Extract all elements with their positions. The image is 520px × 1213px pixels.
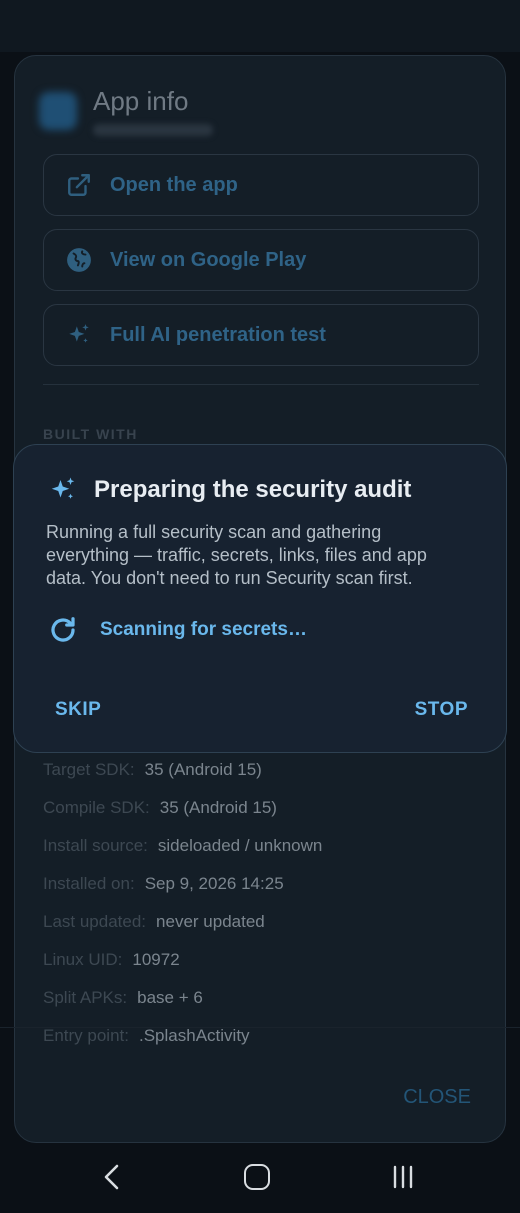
dialog-message: Running a full security scan and gatheri…: [46, 522, 427, 588]
sheet-header: App info: [39, 86, 479, 146]
detail-value: never updated: [156, 912, 265, 931]
dialog-header: Preparing the security audit: [48, 475, 411, 505]
home-icon[interactable]: [244, 1164, 270, 1190]
divider: [43, 384, 479, 385]
detail-key: Compile SDK:: [43, 798, 150, 817]
detail-row: Install source: sideloaded / unknown: [43, 827, 322, 865]
detail-row: Entry point: .SplashActivity: [43, 1017, 322, 1055]
back-icon[interactable]: [100, 1163, 124, 1191]
skip-button[interactable]: SKIP: [55, 699, 101, 721]
open-app-label: Open the app: [110, 173, 238, 196]
status-bar: [0, 0, 520, 52]
built-with-heading: BUILT WITH: [43, 426, 138, 442]
view-on-google-play-button[interactable]: View on Google Play: [43, 229, 479, 291]
full-ai-pentest-button[interactable]: Full AI penetration test: [43, 304, 479, 366]
sheet-title: App info: [93, 86, 189, 116]
refresh-icon: [48, 615, 78, 645]
scrim-divider: [0, 1027, 520, 1028]
close-button[interactable]: CLOSE: [403, 1086, 471, 1109]
progress-text: Scanning for secrets…: [100, 619, 307, 640]
open-external-icon: [66, 172, 92, 198]
detail-value: Sep 9, 2026 14:25: [144, 874, 284, 893]
navigation-bar: [0, 1143, 520, 1213]
detail-key: Target SDK:: [43, 760, 135, 779]
detail-value: base + 6: [137, 988, 203, 1007]
detail-value: 10972: [132, 950, 180, 969]
detail-row: Split APKs: base + 6: [43, 979, 322, 1017]
progress-status: Scanning for secrets…: [48, 615, 307, 645]
sparkle-icon: [48, 475, 78, 505]
app-package-name: [93, 124, 213, 136]
detail-value: 35 (Android 15): [144, 760, 262, 779]
view-on-google-play-label: View on Google Play: [110, 248, 307, 271]
detail-key: Installed on:: [43, 874, 135, 893]
dialog-title: Preparing the security audit: [94, 476, 412, 503]
sparkle-icon: [66, 322, 92, 348]
detail-row: Compile SDK: 35 (Android 15): [43, 789, 322, 827]
open-app-button[interactable]: Open the app: [43, 154, 479, 216]
detail-key: Linux UID:: [43, 950, 123, 969]
detail-row: Installed on: Sep 9, 2026 14:25: [43, 865, 322, 903]
app-icon: [39, 92, 77, 130]
stop-button[interactable]: STOP: [415, 699, 468, 721]
detail-row: Target SDK: 35 (Android 15): [43, 751, 322, 789]
detail-key: Split APKs:: [43, 988, 128, 1007]
detail-row: Linux UID: 10972: [43, 941, 322, 979]
detail-key: Install source:: [43, 836, 148, 855]
detail-key: Last updated:: [43, 912, 147, 931]
globe-icon: [66, 247, 92, 273]
detail-value: sideloaded / unknown: [157, 836, 323, 855]
recent-apps-icon[interactable]: [391, 1165, 415, 1189]
full-ai-pentest-label: Full AI penetration test: [110, 323, 326, 346]
detail-value: .SplashActivity: [139, 1026, 250, 1045]
detail-value: 35 (Android 15): [159, 798, 277, 817]
app-details-list: Target SDK: 35 (Android 15) Compile SDK:…: [43, 751, 322, 1055]
detail-key: Entry point:: [43, 1026, 129, 1045]
security-audit-dialog: Preparing the security audit Running a f…: [13, 444, 507, 753]
detail-row: Last updated: never updated: [43, 903, 322, 941]
